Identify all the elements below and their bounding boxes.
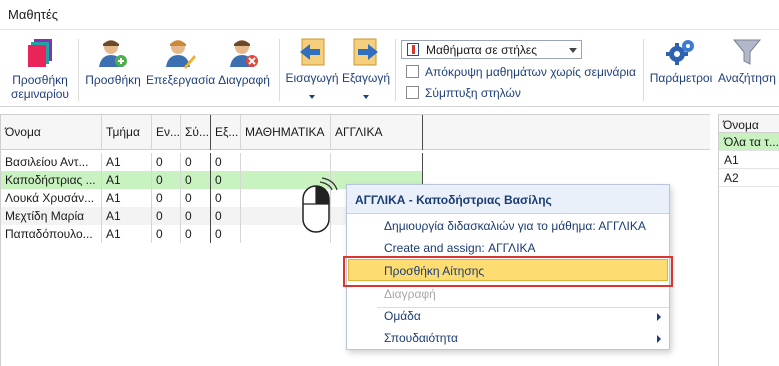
search-button[interactable]: Αναζήτηση bbox=[714, 37, 779, 85]
list-item[interactable]: Όλα τα τ... bbox=[719, 133, 779, 151]
add-seminar-button[interactable]: Προσθήκη σεμιναρίου bbox=[8, 37, 72, 101]
class-filter-panel: Όνομα Όλα τα τ... Α1 Α2 bbox=[718, 114, 779, 366]
list-item[interactable]: Α2 bbox=[719, 169, 779, 187]
user-add-icon bbox=[99, 40, 127, 67]
column-header-name[interactable]: Όνομα bbox=[1, 115, 102, 150]
menu-item-group[interactable]: Ομάδα bbox=[347, 305, 669, 327]
chevron-down-icon bbox=[569, 48, 577, 53]
list-item[interactable]: Α1 bbox=[719, 151, 779, 169]
toolbar-separator bbox=[395, 39, 396, 101]
grid-header: Όνομα Τμήμα Εν... Σύ... Εξ... ΜΑΘΗΜΑΤΙΚΑ… bbox=[1, 115, 710, 150]
import-arrow-icon bbox=[300, 38, 325, 66]
collapse-columns-checkbox[interactable]: Σύμπτυξη στηλών bbox=[406, 85, 646, 101]
user-delete-icon bbox=[230, 40, 258, 67]
ribbon-toolbar: Προσθήκη σεμιναρίου Προσθήκη Επεξεργασία bbox=[0, 31, 779, 107]
filter-funnel-icon bbox=[732, 39, 762, 65]
export-arrow-icon bbox=[353, 38, 378, 66]
chevron-down-icon bbox=[309, 95, 315, 99]
checkbox-box[interactable] bbox=[406, 65, 419, 78]
parameters-button[interactable]: Παράμετροι bbox=[648, 37, 714, 85]
column-header-sy[interactable]: Σύ... bbox=[181, 115, 211, 150]
highlight-callout-box bbox=[343, 256, 673, 287]
table-row[interactable]: Βασιλείου Αντ... Α1 0 0 0 bbox=[1, 153, 423, 171]
column-header-ex[interactable]: Εξ... bbox=[211, 115, 241, 150]
user-edit-icon bbox=[166, 40, 196, 69]
chevron-down-icon bbox=[363, 95, 369, 99]
seminar-cards-icon bbox=[28, 39, 52, 67]
toolbar-separator bbox=[643, 39, 644, 101]
menu-item-create-lessons[interactable]: Δημιουργία διδασκαλιών για το μάθημα: ΑΓ… bbox=[347, 215, 669, 237]
export-dropdown-button[interactable]: Εξαγωγή bbox=[340, 37, 392, 99]
context-menu-title: ΑΓΓΛΙΚΑ - Καποδήστριας Βασίλης bbox=[347, 185, 669, 214]
mouse-right-click-icon bbox=[302, 177, 338, 233]
column-header-en[interactable]: Εν... bbox=[152, 115, 181, 150]
import-dropdown-button[interactable]: Εισαγωγή bbox=[284, 37, 340, 99]
menu-item-importance[interactable]: Σπουδαιότητα bbox=[347, 327, 669, 349]
submenu-arrow-icon bbox=[657, 335, 661, 343]
gears-icon bbox=[666, 40, 694, 65]
column-header-math[interactable]: ΜΑΘΗΜΑΤΙΚΑ bbox=[241, 115, 331, 150]
column-header-english[interactable]: ΑΓΓΛΙΚΑ bbox=[331, 115, 423, 150]
toolbar-separator bbox=[78, 39, 79, 101]
checkbox-box[interactable] bbox=[406, 86, 419, 99]
panel-header: Όνομα bbox=[719, 114, 779, 133]
submenu-arrow-icon bbox=[657, 313, 661, 321]
view-mode-select[interactable]: Μαθήματα σε στήλες bbox=[401, 40, 582, 59]
toolbar-separator bbox=[279, 39, 280, 101]
edit-button[interactable]: Επεξεργασία bbox=[146, 37, 215, 87]
hide-courses-checkbox[interactable]: Απόκρυψη μαθημάτων χωρίς σεμινάρια bbox=[406, 64, 646, 80]
columns-view-icon bbox=[407, 43, 419, 56]
delete-button[interactable]: Διαγραφή bbox=[216, 37, 272, 87]
window-title: Μαθητές bbox=[0, 0, 779, 30]
column-header-class[interactable]: Τμήμα bbox=[102, 115, 152, 150]
add-button[interactable]: Προσθήκη bbox=[84, 37, 142, 87]
